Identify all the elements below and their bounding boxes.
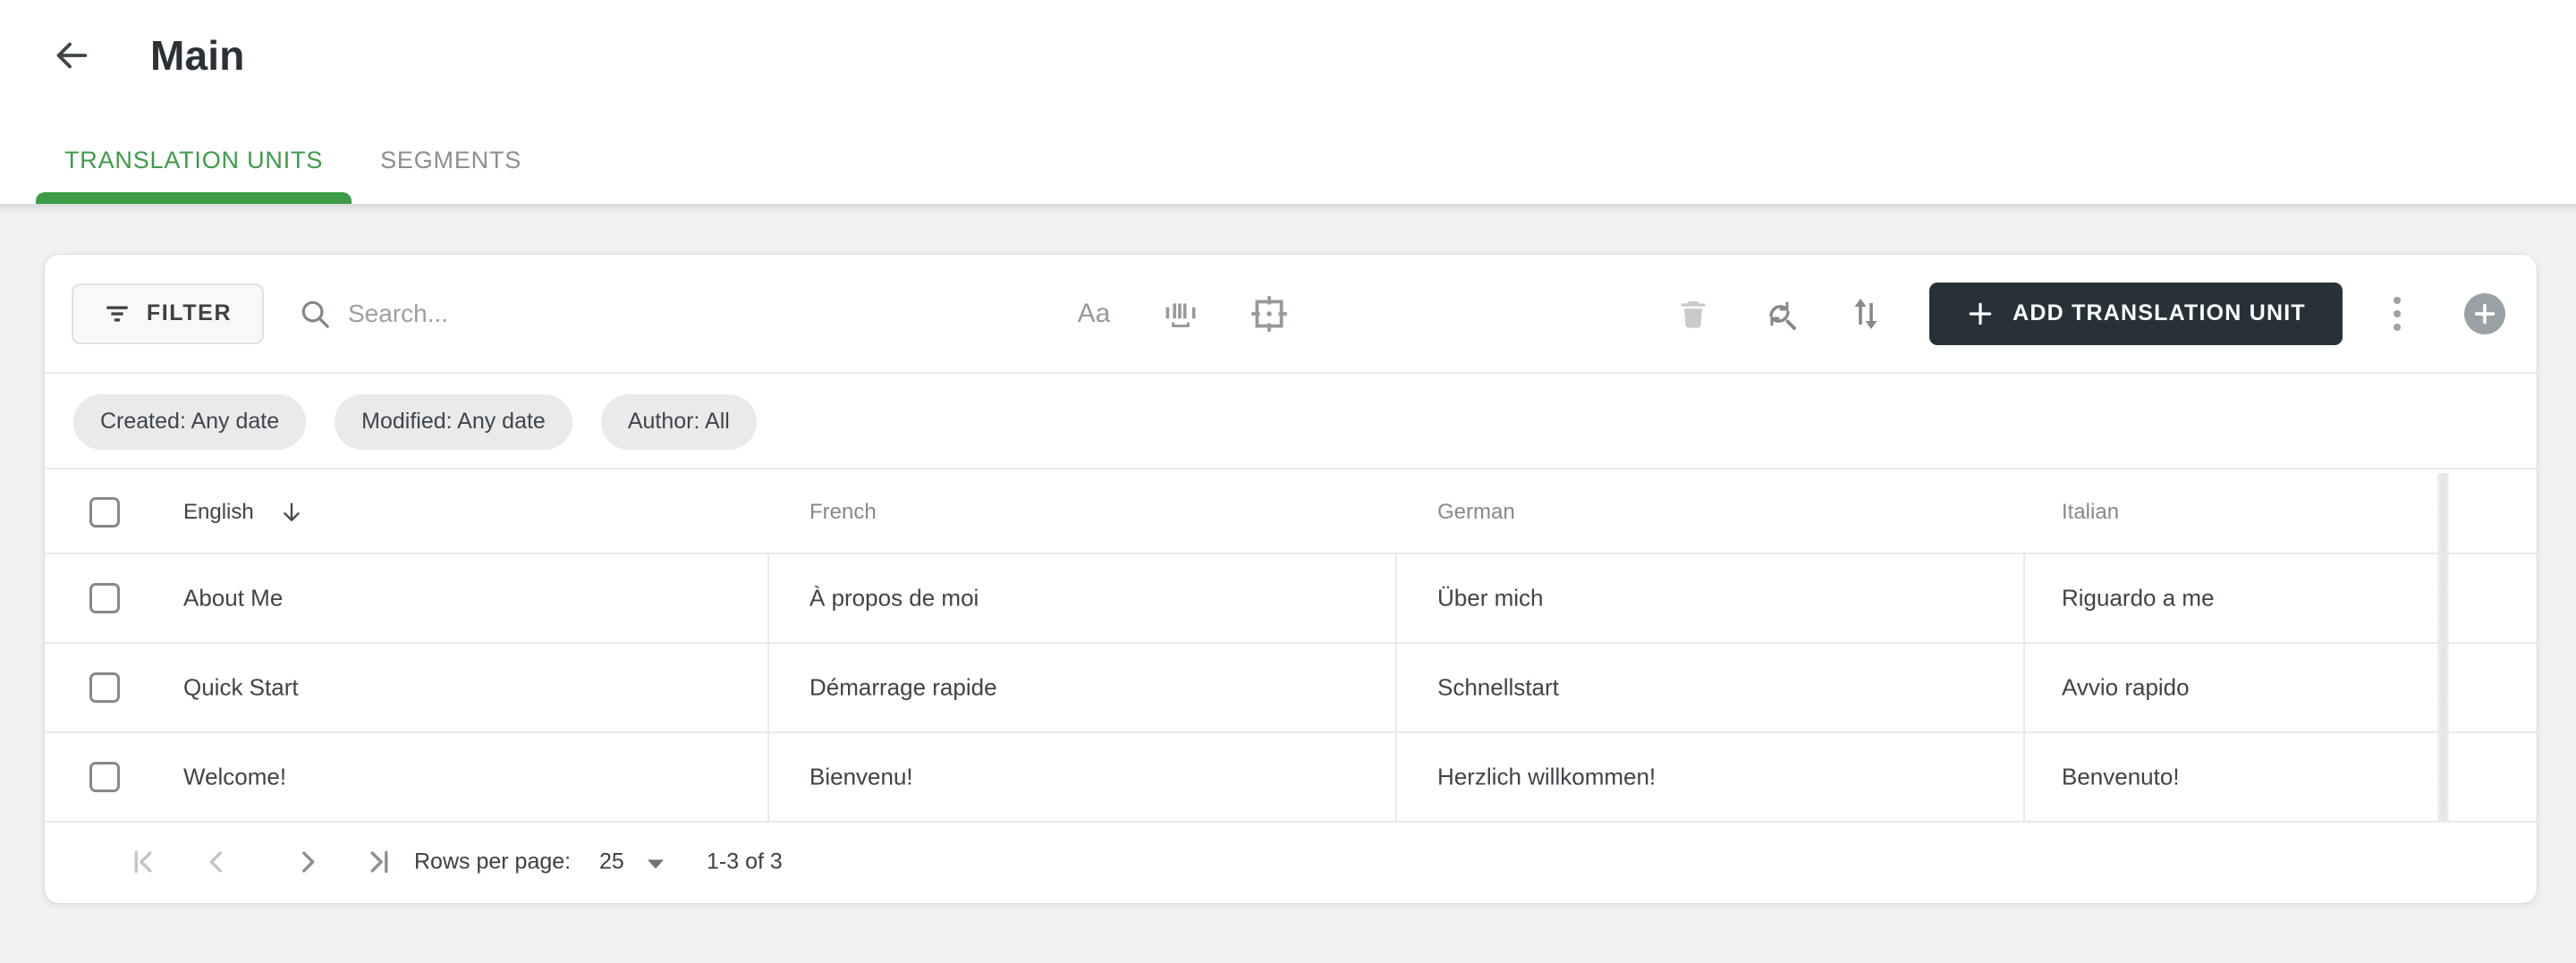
sort-desc-arrow-icon (279, 500, 304, 525)
chip-created[interactable]: Created: Any date (73, 393, 307, 450)
add-button-label: ADD TRANSLATION UNIT (2012, 300, 2306, 325)
cell-german: Herzlich willkommen! (1437, 763, 1657, 790)
pagination-range: 1-3 of 3 (707, 849, 783, 874)
cell-english: About Me (183, 584, 284, 612)
tab-label: SEGMENTS (380, 146, 522, 173)
chip-author[interactable]: Author: All (600, 393, 757, 450)
filter-button-label: FILTER (146, 300, 233, 325)
pagination-bar: Rows per page: 25 1-3 of 3 (45, 821, 2537, 903)
cell-italian: Avvio rapido (2062, 673, 2190, 701)
table-row[interactable]: Quick Start Démarrage rapide Schnellstar… (45, 644, 2537, 733)
tab-label: TRANSLATION UNITS (64, 146, 324, 173)
next-page-icon[interactable] (288, 842, 327, 882)
filter-button[interactable]: FILTER (72, 283, 264, 344)
table-row[interactable]: About Me À propos de moi Über mich Rigua… (45, 554, 2537, 644)
row-checkbox[interactable] (89, 762, 120, 792)
back-button[interactable] (50, 34, 93, 77)
fab-plus-button[interactable] (2464, 292, 2505, 334)
column-header-german[interactable]: German (1437, 500, 1515, 525)
crop-focus-icon[interactable] (1246, 291, 1292, 337)
sort-arrows-icon[interactable] (1843, 291, 1889, 337)
chip-label: Author: All (627, 409, 730, 434)
chip-label: Modified: Any date (361, 409, 546, 434)
cell-french: À propos de moi (809, 584, 979, 612)
row-checkbox[interactable] (89, 672, 120, 703)
rows-per-page-select[interactable]: 25 (599, 849, 664, 875)
column-header-label: German (1437, 499, 1515, 524)
cell-french: Démarrage rapide (809, 673, 997, 701)
translation-units-card: FILTER Aa (45, 255, 2537, 903)
fab-plus-icon (2471, 300, 2498, 327)
cell-italian: Riguardo a me (2062, 584, 2215, 612)
arrow-left-icon (51, 35, 92, 76)
filter-icon (104, 300, 131, 327)
barcode-icon[interactable] (1157, 291, 1204, 337)
rows-per-page-label: Rows per page: (414, 849, 572, 874)
first-page-icon[interactable] (123, 842, 163, 882)
table-header-row: English French German Italian (45, 471, 2537, 554)
table-toolbar: FILTER Aa (45, 255, 2537, 374)
trash-icon[interactable] (1670, 291, 1716, 337)
topbar: Main (0, 0, 245, 111)
row-checkbox[interactable] (89, 583, 120, 613)
column-header-english[interactable]: English (183, 500, 304, 525)
tab-translation-units[interactable]: TRANSLATION UNITS (36, 116, 352, 204)
translation-units-page: Main TRANSLATION UNITS SEGMENTS FILTER S… (0, 0, 2576, 963)
kebab-menu-icon[interactable] (2377, 291, 2417, 337)
column-header-label: French (809, 499, 877, 524)
select-all-checkbox[interactable] (89, 496, 120, 528)
column-header-label: English (183, 499, 254, 524)
rows-per-page-value: 25 (599, 849, 624, 874)
filter-chips-row: Created: Any date Modified: Any date Aut… (45, 376, 2537, 469)
match-case-glyph: Aa (1077, 298, 1111, 328)
search-input[interactable] (348, 299, 920, 328)
search-box (298, 297, 960, 331)
cell-english: Welcome! (183, 763, 287, 790)
chip-modified[interactable]: Modified: Any date (335, 393, 572, 450)
match-case-icon[interactable]: Aa (1071, 291, 1117, 337)
table-row[interactable]: Welcome! Bienvenu! Herzlich willkommen! … (45, 733, 2537, 823)
column-header-label: Italian (2062, 499, 2120, 524)
add-translation-unit-button[interactable]: ADD TRANSLATION UNIT (1929, 282, 2343, 345)
cell-german: Schnellstart (1437, 673, 1559, 701)
translation-units-table: English French German Italian About Me À… (45, 471, 2537, 823)
cell-english: Quick Start (183, 673, 299, 701)
chevron-down-icon (647, 859, 664, 868)
last-page-icon[interactable] (360, 842, 399, 882)
tab-segments[interactable]: SEGMENTS (352, 116, 550, 204)
cell-french: Bienvenu! (809, 763, 913, 790)
tab-bar: TRANSLATION UNITS SEGMENTS (36, 116, 550, 204)
find-replace-icon[interactable] (1757, 291, 1803, 337)
plus-icon (1966, 300, 1995, 328)
column-header-french[interactable]: French (809, 500, 877, 525)
search-icon (298, 297, 332, 331)
cell-italian: Benvenuto! (2062, 763, 2180, 790)
column-header-italian[interactable]: Italian (2062, 500, 2119, 525)
page-title: Main (150, 32, 245, 79)
previous-page-icon[interactable] (197, 842, 236, 882)
chip-label: Created: Any date (100, 409, 280, 434)
cell-german: Über mich (1437, 584, 1544, 612)
content-region: FILTER Aa (0, 204, 2576, 963)
active-tab-indicator (36, 192, 352, 204)
